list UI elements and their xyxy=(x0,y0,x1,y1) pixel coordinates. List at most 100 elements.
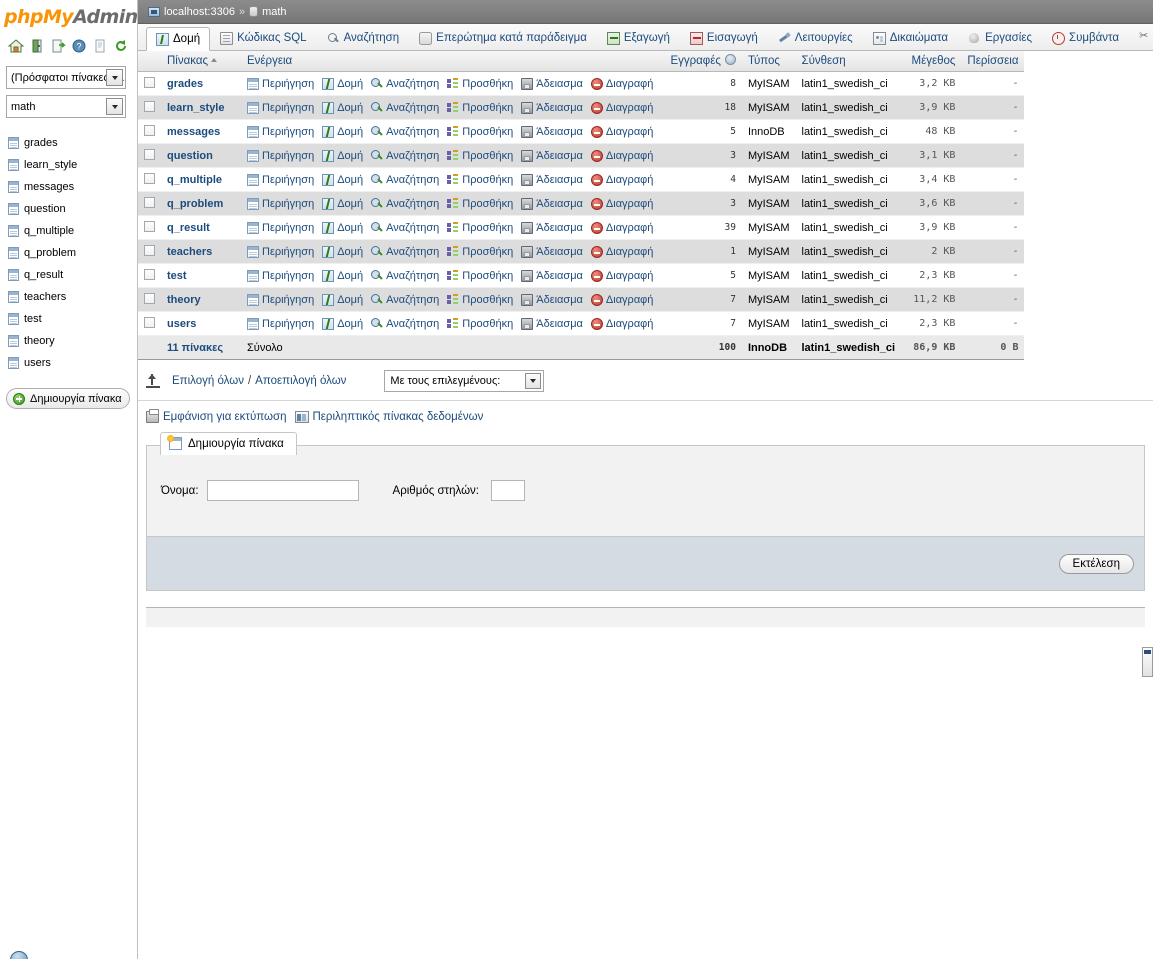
table-row[interactable]: question Περιήγηση Δομή Αναζήτηση Προσθήκη Άδ… xyxy=(138,143,1025,168)
sidebar-table-item[interactable]: grades xyxy=(8,132,137,154)
action-search[interactable]: Αναζήτηση xyxy=(371,149,439,162)
breadcrumb-database[interactable]: math xyxy=(262,6,286,18)
tab-sql[interactable]: Κώδικας SQL xyxy=(210,26,316,50)
action-structure[interactable]: Δομή xyxy=(322,317,363,330)
row-table-name[interactable]: q_problem xyxy=(161,191,241,216)
row-checkbox-cell[interactable] xyxy=(138,119,161,144)
table-row[interactable]: q_problem Περιήγηση Δομή Αναζήτηση Προσθήκη Ά… xyxy=(138,191,1025,216)
sidebar-table-item[interactable]: question xyxy=(8,198,137,220)
action-insert[interactable]: Προσθήκη xyxy=(447,317,513,330)
uncheck-all-link[interactable]: Αποεπιλογή όλων xyxy=(255,375,346,387)
action-empty[interactable]: Άδειασμα xyxy=(521,101,583,114)
action-drop[interactable]: Διαγραφή xyxy=(590,245,653,258)
tab-query[interactable]: Επερώτημα κατά παράδειγμα xyxy=(409,26,597,50)
breadcrumb-server[interactable]: localhost:3306 xyxy=(164,6,235,18)
action-empty[interactable]: Άδειασμα xyxy=(521,197,583,210)
row-checkbox-cell[interactable] xyxy=(138,287,161,312)
table-row[interactable]: learn_style Περιήγηση Δομή Αναζήτηση Προσθήκ… xyxy=(138,95,1025,120)
row-checkbox-cell[interactable] xyxy=(138,191,161,216)
help-icon[interactable]: ? xyxy=(71,38,87,54)
action-insert[interactable]: Προσθήκη xyxy=(447,245,513,258)
chevron-down-icon[interactable] xyxy=(106,98,123,115)
sidebar-table-item[interactable]: users xyxy=(8,352,137,374)
create-table-submit-button[interactable]: Εκτέλεση xyxy=(1058,553,1134,574)
action-search[interactable]: Αναζήτηση xyxy=(371,125,439,138)
chevron-down-icon[interactable] xyxy=(106,69,123,86)
action-browse[interactable]: Περιήγηση xyxy=(247,173,314,186)
action-browse[interactable]: Περιήγηση xyxy=(247,197,314,210)
action-drop[interactable]: Διαγραφή xyxy=(590,221,653,234)
row-checkbox[interactable] xyxy=(144,244,155,256)
row-checkbox-cell[interactable] xyxy=(138,95,161,120)
row-table-name[interactable]: users xyxy=(161,311,241,336)
action-drop[interactable]: Διαγραφή xyxy=(590,101,653,114)
data-dictionary-link[interactable]: Περιληπτικός πίνακας δεδομένων xyxy=(313,411,484,423)
sidebar-table-item[interactable]: q_multiple xyxy=(8,220,137,242)
action-empty[interactable]: Άδειασμα xyxy=(521,125,583,138)
row-table-name[interactable]: q_multiple xyxy=(161,167,241,192)
action-search[interactable]: Αναζήτηση xyxy=(371,317,439,330)
action-structure[interactable]: Δομή xyxy=(322,77,363,90)
table-row[interactable]: grades Περιήγηση Δομή Αναζήτηση Προσθήκη Άδει… xyxy=(138,71,1025,96)
action-insert[interactable]: Προσθήκη xyxy=(447,101,513,114)
row-checkbox-cell[interactable] xyxy=(138,167,161,192)
action-structure[interactable]: Δομή xyxy=(322,245,363,258)
action-drop[interactable]: Διαγραφή xyxy=(590,77,653,90)
action-drop[interactable]: Διαγραφή xyxy=(590,197,653,210)
database-select[interactable]: math xyxy=(6,95,126,118)
action-search[interactable]: Αναζήτηση xyxy=(371,101,439,114)
tab-privileges[interactable]: Δικαιώματα xyxy=(863,26,958,50)
row-checkbox[interactable] xyxy=(144,148,155,160)
tab-import[interactable]: Εισαγωγή xyxy=(680,26,768,50)
tab-trackers[interactable]: Δείκτες xyxy=(1129,26,1153,50)
table-row[interactable]: q_multiple Περιήγηση Δομή Αναζήτηση Προσθήκη… xyxy=(138,167,1025,192)
row-checkbox-cell[interactable] xyxy=(138,239,161,264)
header-table-name[interactable]: Πίνακας xyxy=(161,51,241,72)
row-table-name[interactable]: test xyxy=(161,263,241,288)
action-browse[interactable]: Περιήγηση xyxy=(247,269,314,282)
action-drop[interactable]: Διαγραφή xyxy=(590,293,653,306)
row-table-name[interactable]: teachers xyxy=(161,239,241,264)
row-checkbox[interactable] xyxy=(144,196,155,208)
header-size[interactable]: Μέγεθος xyxy=(905,51,962,72)
check-all-link[interactable]: Επιλογή όλων xyxy=(172,375,244,387)
action-insert[interactable]: Προσθήκη xyxy=(447,269,513,282)
action-empty[interactable]: Άδειασμα xyxy=(521,293,583,306)
chevron-down-icon[interactable] xyxy=(525,373,542,389)
action-search[interactable]: Αναζήτηση xyxy=(371,173,439,186)
row-checkbox[interactable] xyxy=(144,100,155,112)
action-browse[interactable]: Περιήγηση xyxy=(247,149,314,162)
action-search[interactable]: Αναζήτηση xyxy=(371,245,439,258)
columns-count-input[interactable] xyxy=(491,480,525,501)
action-insert[interactable]: Προσθήκη xyxy=(447,221,513,234)
row-checkbox-cell[interactable] xyxy=(138,263,161,288)
header-collation[interactable]: Σύνθεση xyxy=(795,51,906,72)
header-type[interactable]: Τύπος xyxy=(741,51,796,72)
row-checkbox[interactable] xyxy=(144,292,155,304)
reload-icon[interactable] xyxy=(113,38,129,54)
sidebar-table-item[interactable]: messages xyxy=(8,176,137,198)
action-empty[interactable]: Άδειασμα xyxy=(521,173,583,186)
table-row[interactable]: messages Περιήγηση Δομή Αναζήτηση Προσθήκη Άδ… xyxy=(138,119,1025,144)
sidebar-table-item[interactable]: learn_style xyxy=(8,154,137,176)
action-empty[interactable]: Άδειασμα xyxy=(521,221,583,234)
action-insert[interactable]: Προσθήκη xyxy=(447,197,513,210)
sidebar-table-item[interactable]: teachers xyxy=(8,286,137,308)
sidebar-table-item[interactable]: q_problem xyxy=(8,242,137,264)
row-checkbox[interactable] xyxy=(144,268,155,280)
action-drop[interactable]: Διαγραφή xyxy=(590,149,653,162)
table-row[interactable]: teachers Περιήγηση Δομή Αναζήτηση Προσθήκη Άδ… xyxy=(138,239,1025,264)
action-structure[interactable]: Δομή xyxy=(322,125,363,138)
action-empty[interactable]: Άδειασμα xyxy=(521,269,583,282)
table-row[interactable]: q_result Περιήγηση Δομή Αναζήτηση Προσθήκη Άδ… xyxy=(138,215,1025,240)
row-checkbox-cell[interactable] xyxy=(138,71,161,96)
action-browse[interactable]: Περιήγηση xyxy=(247,125,314,138)
row-checkbox[interactable] xyxy=(144,124,155,136)
row-checkbox-cell[interactable] xyxy=(138,215,161,240)
sidebar-table-item[interactable]: q_result xyxy=(8,264,137,286)
sidebar-create-table-button[interactable]: Δημιουργία πίνακα xyxy=(6,388,130,409)
action-search[interactable]: Αναζήτηση xyxy=(371,293,439,306)
action-search[interactable]: Αναζήτηση xyxy=(371,221,439,234)
action-structure[interactable]: Δομή xyxy=(322,149,363,162)
action-insert[interactable]: Προσθήκη xyxy=(447,125,513,138)
